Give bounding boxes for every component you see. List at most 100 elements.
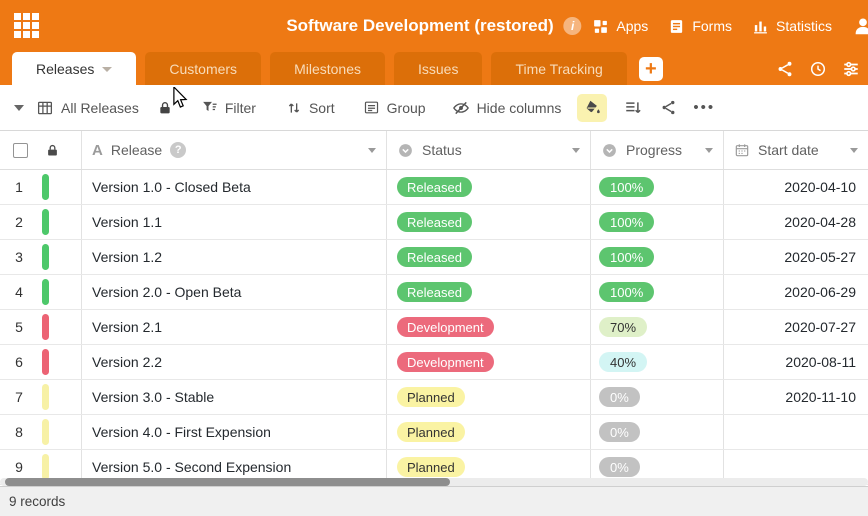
group-button[interactable]: Group [363, 99, 426, 116]
table-row[interactable]: 7 Version 3.0 - Stable Planned 0% 2020-1… [0, 380, 868, 415]
progress-cell[interactable]: 100% [591, 275, 724, 309]
table-tab[interactable]: Milestones [270, 52, 385, 85]
release-name: Version 1.1 [92, 214, 162, 230]
row-head-cell[interactable]: 7 [0, 380, 82, 414]
filter-button[interactable]: Filter [201, 99, 256, 116]
hide-columns-button[interactable]: Hide columns [452, 99, 562, 117]
header-select-cell [0, 131, 82, 169]
release-name: Version 1.2 [92, 249, 162, 265]
start-date-cell[interactable]: 2020-05-27 [724, 240, 868, 274]
status-badge: Released [397, 212, 472, 232]
release-name: Version 3.0 - Stable [92, 389, 214, 405]
status-cell[interactable]: Development [387, 345, 591, 379]
table-tab[interactable]: Time Tracking [491, 52, 626, 85]
history-icon[interactable] [809, 60, 827, 78]
progress-cell[interactable]: 0% [591, 415, 724, 449]
forms-icon [668, 18, 685, 35]
release-cell[interactable]: Version 1.2 [82, 240, 387, 274]
lock-view-icon[interactable] [157, 100, 173, 116]
progress-cell[interactable]: 100% [591, 240, 724, 274]
status-cell[interactable]: Planned [387, 380, 591, 414]
row-head-cell[interactable]: 5 [0, 310, 82, 344]
nav-user[interactable] [852, 15, 868, 37]
column-dropdown-icon[interactable] [368, 148, 376, 153]
status-cell[interactable]: Released [387, 205, 591, 239]
release-cell[interactable]: Version 2.2 [82, 345, 387, 379]
row-color-bar [42, 384, 49, 410]
nav-statistics[interactable]: Statistics [752, 18, 832, 35]
status-cell[interactable]: Released [387, 170, 591, 204]
row-head-cell[interactable]: 2 [0, 205, 82, 239]
view-selector[interactable]: All Releases [36, 99, 139, 117]
row-height-button[interactable] [624, 99, 642, 117]
column-header-progress[interactable]: Progress [591, 131, 724, 169]
select-all-checkbox[interactable] [13, 143, 28, 158]
row-number: 1 [0, 179, 38, 195]
row-head-cell[interactable]: 4 [0, 275, 82, 309]
share-view-button[interactable] [660, 99, 677, 116]
status-badge: Development [397, 352, 494, 372]
row-head-cell[interactable]: 8 [0, 415, 82, 449]
progress-cell[interactable]: 40% [591, 345, 724, 379]
status-cell[interactable]: Development [387, 310, 591, 344]
start-date-cell[interactable]: 2020-06-29 [724, 275, 868, 309]
table-row[interactable]: 3 Version 1.2 Released 100% 2020-05-27 [0, 240, 868, 275]
status-cell[interactable]: Planned [387, 415, 591, 449]
nav-forms[interactable]: Forms [668, 18, 732, 35]
help-icon[interactable]: ? [170, 142, 186, 158]
table-row[interactable]: 5 Version 2.1 Development 70% 2020-07-27 [0, 310, 868, 345]
view-settings-icon[interactable] [842, 60, 860, 78]
column-dropdown-icon[interactable] [572, 148, 580, 153]
progress-cell[interactable]: 100% [591, 170, 724, 204]
row-head-cell[interactable]: 1 [0, 170, 82, 204]
info-icon[interactable]: i [564, 17, 582, 35]
status-cell[interactable]: Released [387, 275, 591, 309]
app-launcher-icon[interactable] [14, 13, 40, 39]
views-collapse-icon[interactable] [14, 105, 24, 111]
nav-apps[interactable]: Apps [592, 18, 648, 35]
horizontal-scrollbar-thumb[interactable] [5, 478, 450, 486]
start-date-cell[interactable]: 2020-04-28 [724, 205, 868, 239]
column-header-release[interactable]: A Release ? [82, 131, 387, 169]
group-label: Group [387, 100, 426, 116]
tab-bar: Releases Customers Milestones Issues Tim… [0, 52, 868, 85]
start-date-cell[interactable]: 2020-11-10 [724, 380, 868, 414]
lock-icon [45, 143, 60, 158]
status-badge: Released [397, 247, 472, 267]
release-cell[interactable]: Version 2.1 [82, 310, 387, 344]
table-row[interactable]: 1 Version 1.0 - Closed Beta Released 100… [0, 170, 868, 205]
start-date-cell[interactable]: 2020-08-11 [724, 345, 868, 379]
start-date-cell[interactable] [724, 415, 868, 449]
sort-button[interactable]: Sort [286, 100, 335, 116]
status-cell[interactable]: Released [387, 240, 591, 274]
release-cell[interactable]: Version 4.0 - First Expension [82, 415, 387, 449]
table-row[interactable]: 8 Version 4.0 - First Expension Planned … [0, 415, 868, 450]
release-cell[interactable]: Version 3.0 - Stable [82, 380, 387, 414]
progress-cell[interactable]: 100% [591, 205, 724, 239]
start-date-cell[interactable]: 2020-07-27 [724, 310, 868, 344]
add-table-button[interactable]: + [639, 57, 663, 81]
column-dropdown-icon[interactable] [705, 148, 713, 153]
table-row[interactable]: 4 Version 2.0 - Open Beta Released 100% … [0, 275, 868, 310]
more-options-button[interactable]: ••• [693, 99, 715, 116]
column-dropdown-icon[interactable] [850, 148, 858, 153]
column-label: Progress [626, 142, 682, 158]
table-row[interactable]: 2 Version 1.1 Released 100% 2020-04-28 [0, 205, 868, 240]
release-cell[interactable]: Version 2.0 - Open Beta [82, 275, 387, 309]
progress-cell[interactable]: 70% [591, 310, 724, 344]
row-head-cell[interactable]: 3 [0, 240, 82, 274]
release-cell[interactable]: Version 1.0 - Closed Beta [82, 170, 387, 204]
column-header-start-date[interactable]: Start date [724, 131, 868, 169]
progress-cell[interactable]: 0% [591, 380, 724, 414]
start-date-cell[interactable]: 2020-04-10 [724, 170, 868, 204]
row-color-button[interactable] [577, 94, 607, 122]
column-header-status[interactable]: Status [387, 131, 591, 169]
row-head-cell[interactable]: 6 [0, 345, 82, 379]
share-icon[interactable] [776, 60, 794, 78]
table-tab[interactable]: Issues [394, 52, 482, 85]
release-cell[interactable]: Version 1.1 [82, 205, 387, 239]
table-tab[interactable]: Releases [12, 52, 136, 85]
table-row[interactable]: 6 Version 2.2 Development 40% 2020-08-11 [0, 345, 868, 380]
table-tab[interactable]: Customers [145, 52, 261, 85]
horizontal-scrollbar-track[interactable] [0, 478, 868, 486]
